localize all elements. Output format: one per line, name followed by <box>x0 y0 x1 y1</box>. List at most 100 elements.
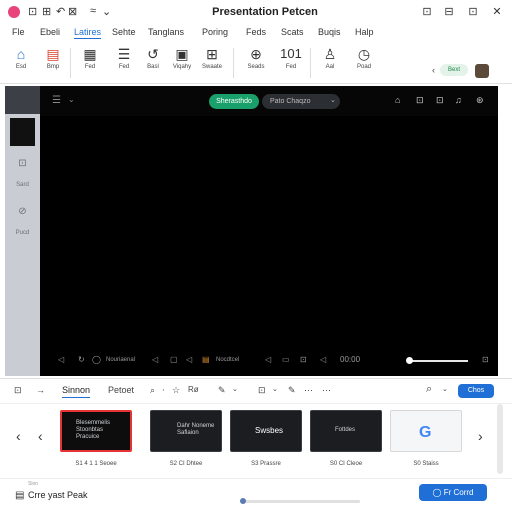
ribbon-button-list[interactable]: ☰ Fed <box>109 44 139 70</box>
ribbon-button-person[interactable]: ♙ Aal <box>315 44 345 70</box>
rewind-icon[interactable]: ◁ <box>265 355 271 364</box>
slide-text: Pracuice <box>76 434 100 440</box>
ribbon-label: Basl <box>147 64 159 70</box>
slide-label: S0 CI Cleoe <box>329 461 363 467</box>
panel-icon[interactable]: ⊡ <box>14 385 22 396</box>
menu-item-active[interactable]: Latires <box>74 27 102 39</box>
replay-icon[interactable]: ↻ <box>78 355 85 364</box>
search-icon[interactable]: ⌕ <box>426 383 432 396</box>
ribbon-button-shapes[interactable]: ⊞ Swaate <box>197 44 227 70</box>
customize-chevron-icon[interactable]: ⌄ <box>102 5 111 18</box>
wave-icon[interactable]: ≈ <box>90 5 96 17</box>
mode-select[interactable]: Pato Chaqzo <box>262 94 340 109</box>
menu-item-6[interactable]: Feds <box>246 27 266 37</box>
more-icon[interactable]: ⋯ <box>322 385 331 396</box>
close-button[interactable]: ✕ <box>490 5 504 18</box>
record-icon[interactable]: ◯ <box>92 355 101 364</box>
music-icon[interactable]: ♫ <box>455 95 462 105</box>
frame-icon[interactable]: ⊡ <box>416 95 424 106</box>
slide-thumbnail-5[interactable]: G <box>390 410 462 452</box>
progress-track[interactable] <box>240 500 360 503</box>
back-icon[interactable]: ◁ <box>58 355 64 364</box>
ribbon-button-number[interactable]: 101 Fed <box>276 44 306 70</box>
menu-item-8[interactable]: Buqis <box>318 27 341 37</box>
tab-petoet[interactable]: Petoet <box>108 385 134 395</box>
ribbon-label: Bmp <box>46 64 60 70</box>
scrub-handle[interactable] <box>406 357 413 364</box>
maximize-button[interactable]: ⊡ <box>466 5 480 18</box>
table-icon: ▦ <box>83 46 97 62</box>
home-stage-icon[interactable]: ⌂ <box>395 95 400 105</box>
star-icon[interactable]: ☆ <box>172 385 180 396</box>
layout-icon[interactable]: ⊡ <box>300 355 307 364</box>
ribbon-button-table[interactable]: ▦ Fed <box>75 44 105 70</box>
ribbon-label: Fed <box>118 64 130 70</box>
chevron-left-icon[interactable]: ‹ <box>38 428 43 444</box>
menu-item-4[interactable]: Tanglans <box>148 27 184 37</box>
prev-icon[interactable]: ◁ <box>152 355 158 364</box>
ribbon-button-slide[interactable]: ▤ Bmp <box>38 44 68 70</box>
chevron-down-icon[interactable]: ⌄ <box>68 95 75 104</box>
video-stage[interactable] <box>40 86 498 376</box>
app-window: ⊡ ⊞ ↶ ⊠ ≈ ⌄ Presentation Petcen ⊡ ⊟ ⊡ ✕ … <box>0 0 512 512</box>
caption-icon[interactable]: ▭ <box>282 355 290 364</box>
ribbon-button-clock[interactable]: ◷ Poad <box>349 44 379 70</box>
grid-icon[interactable]: ⊞ <box>42 5 51 18</box>
minimize-button[interactable]: ⊟ <box>442 5 456 18</box>
settings-icon[interactable]: ⊛ <box>476 95 484 106</box>
next-icon[interactable]: ◁ <box>186 355 192 364</box>
more-icon[interactable]: ⋯ <box>304 385 313 396</box>
menu-item-file[interactable]: Fle <box>12 27 25 37</box>
search-tool-icon[interactable]: ⌕ <box>150 385 155 396</box>
chevron-down-icon[interactable]: ⌄ <box>272 385 278 393</box>
menu-item-3[interactable]: Sehte <box>112 27 136 37</box>
chevron-down-icon[interactable]: ⌄ <box>232 385 238 393</box>
share-button[interactable]: Bext <box>440 64 468 76</box>
box-icon[interactable]: ⊠ <box>68 5 77 18</box>
ribbon-button-picture[interactable]: ▣ Viqahy <box>167 44 197 70</box>
pen-icon[interactable]: ✎ <box>218 385 226 396</box>
live-status-button[interactable]: Sherasthdo <box>209 94 259 109</box>
stop-icon[interactable]: ▢ <box>170 355 178 364</box>
undo-icon[interactable]: ↶ <box>56 5 65 18</box>
rail-slide-thumbnail[interactable] <box>10 118 35 146</box>
menu-item-edit[interactable]: Ebeli <box>40 27 60 37</box>
notes-icon[interactable]: ▤ <box>202 355 210 364</box>
save-icon[interactable]: ⊡ <box>28 5 37 18</box>
share-window-icon[interactable]: ⊡ <box>420 5 434 18</box>
edit-icon[interactable]: ✎ <box>288 385 296 396</box>
arrow-right-icon[interactable]: → <box>36 385 45 395</box>
slide-thumbnail-2[interactable]: Dahr Noneme Saflaion <box>150 410 222 452</box>
fullscreen-icon[interactable]: ⊡ <box>482 355 489 364</box>
chevron-right-icon[interactable]: › <box>478 428 483 444</box>
slide-thumbnail-4[interactable]: Fottdes <box>310 410 382 452</box>
crop-icon[interactable]: ⊡ <box>436 95 444 106</box>
volume-icon[interactable]: ◁ <box>320 355 326 364</box>
scrub-track[interactable] <box>410 360 468 362</box>
chevron-left-icon[interactable]: ‹ <box>16 428 21 444</box>
progress-handle[interactable] <box>240 498 246 504</box>
filmstrip-scrollbar[interactable] <box>497 404 503 474</box>
link-icon[interactable]: ⊘ <box>5 206 40 217</box>
slide-thumbnail-1[interactable]: Blesemmelis Stoonbtas Pracuice <box>60 410 132 452</box>
ribbon-button-home[interactable]: ⌂ Esd <box>6 44 36 70</box>
tab-sinnon[interactable]: Sinnon <box>62 385 91 398</box>
menu-item-7[interactable]: Scats <box>281 27 304 37</box>
chos-button[interactable]: Chos <box>458 384 494 398</box>
menu-icon[interactable]: ☰ <box>52 95 61 106</box>
menu-item-help[interactable]: Halp <box>355 27 374 37</box>
ribbon-button-globe[interactable]: ⊕ Seads <box>241 44 271 70</box>
menu-item-5[interactable]: Poring <box>202 27 228 37</box>
clock-icon: ◷ <box>357 46 371 62</box>
format-icon[interactable]: ⊡ <box>258 385 266 396</box>
rail-header[interactable] <box>5 86 40 114</box>
collapse-chevron-icon[interactable]: ‹ <box>432 65 435 75</box>
avatar[interactable] <box>475 64 489 78</box>
primary-action-button[interactable]: ◯ Fr Corrd <box>419 484 487 501</box>
rail-label: Pucd <box>15 230 30 236</box>
ribbon-button-swirl[interactable]: ↺ Basl <box>138 44 168 70</box>
slide-thumbnail-3[interactable]: Swsbes <box>230 410 302 452</box>
layers-icon[interactable]: ⊡ <box>5 158 40 169</box>
chevron-down-icon[interactable]: ⌄ <box>442 385 448 393</box>
ratio-label[interactable]: Rø <box>188 385 199 394</box>
